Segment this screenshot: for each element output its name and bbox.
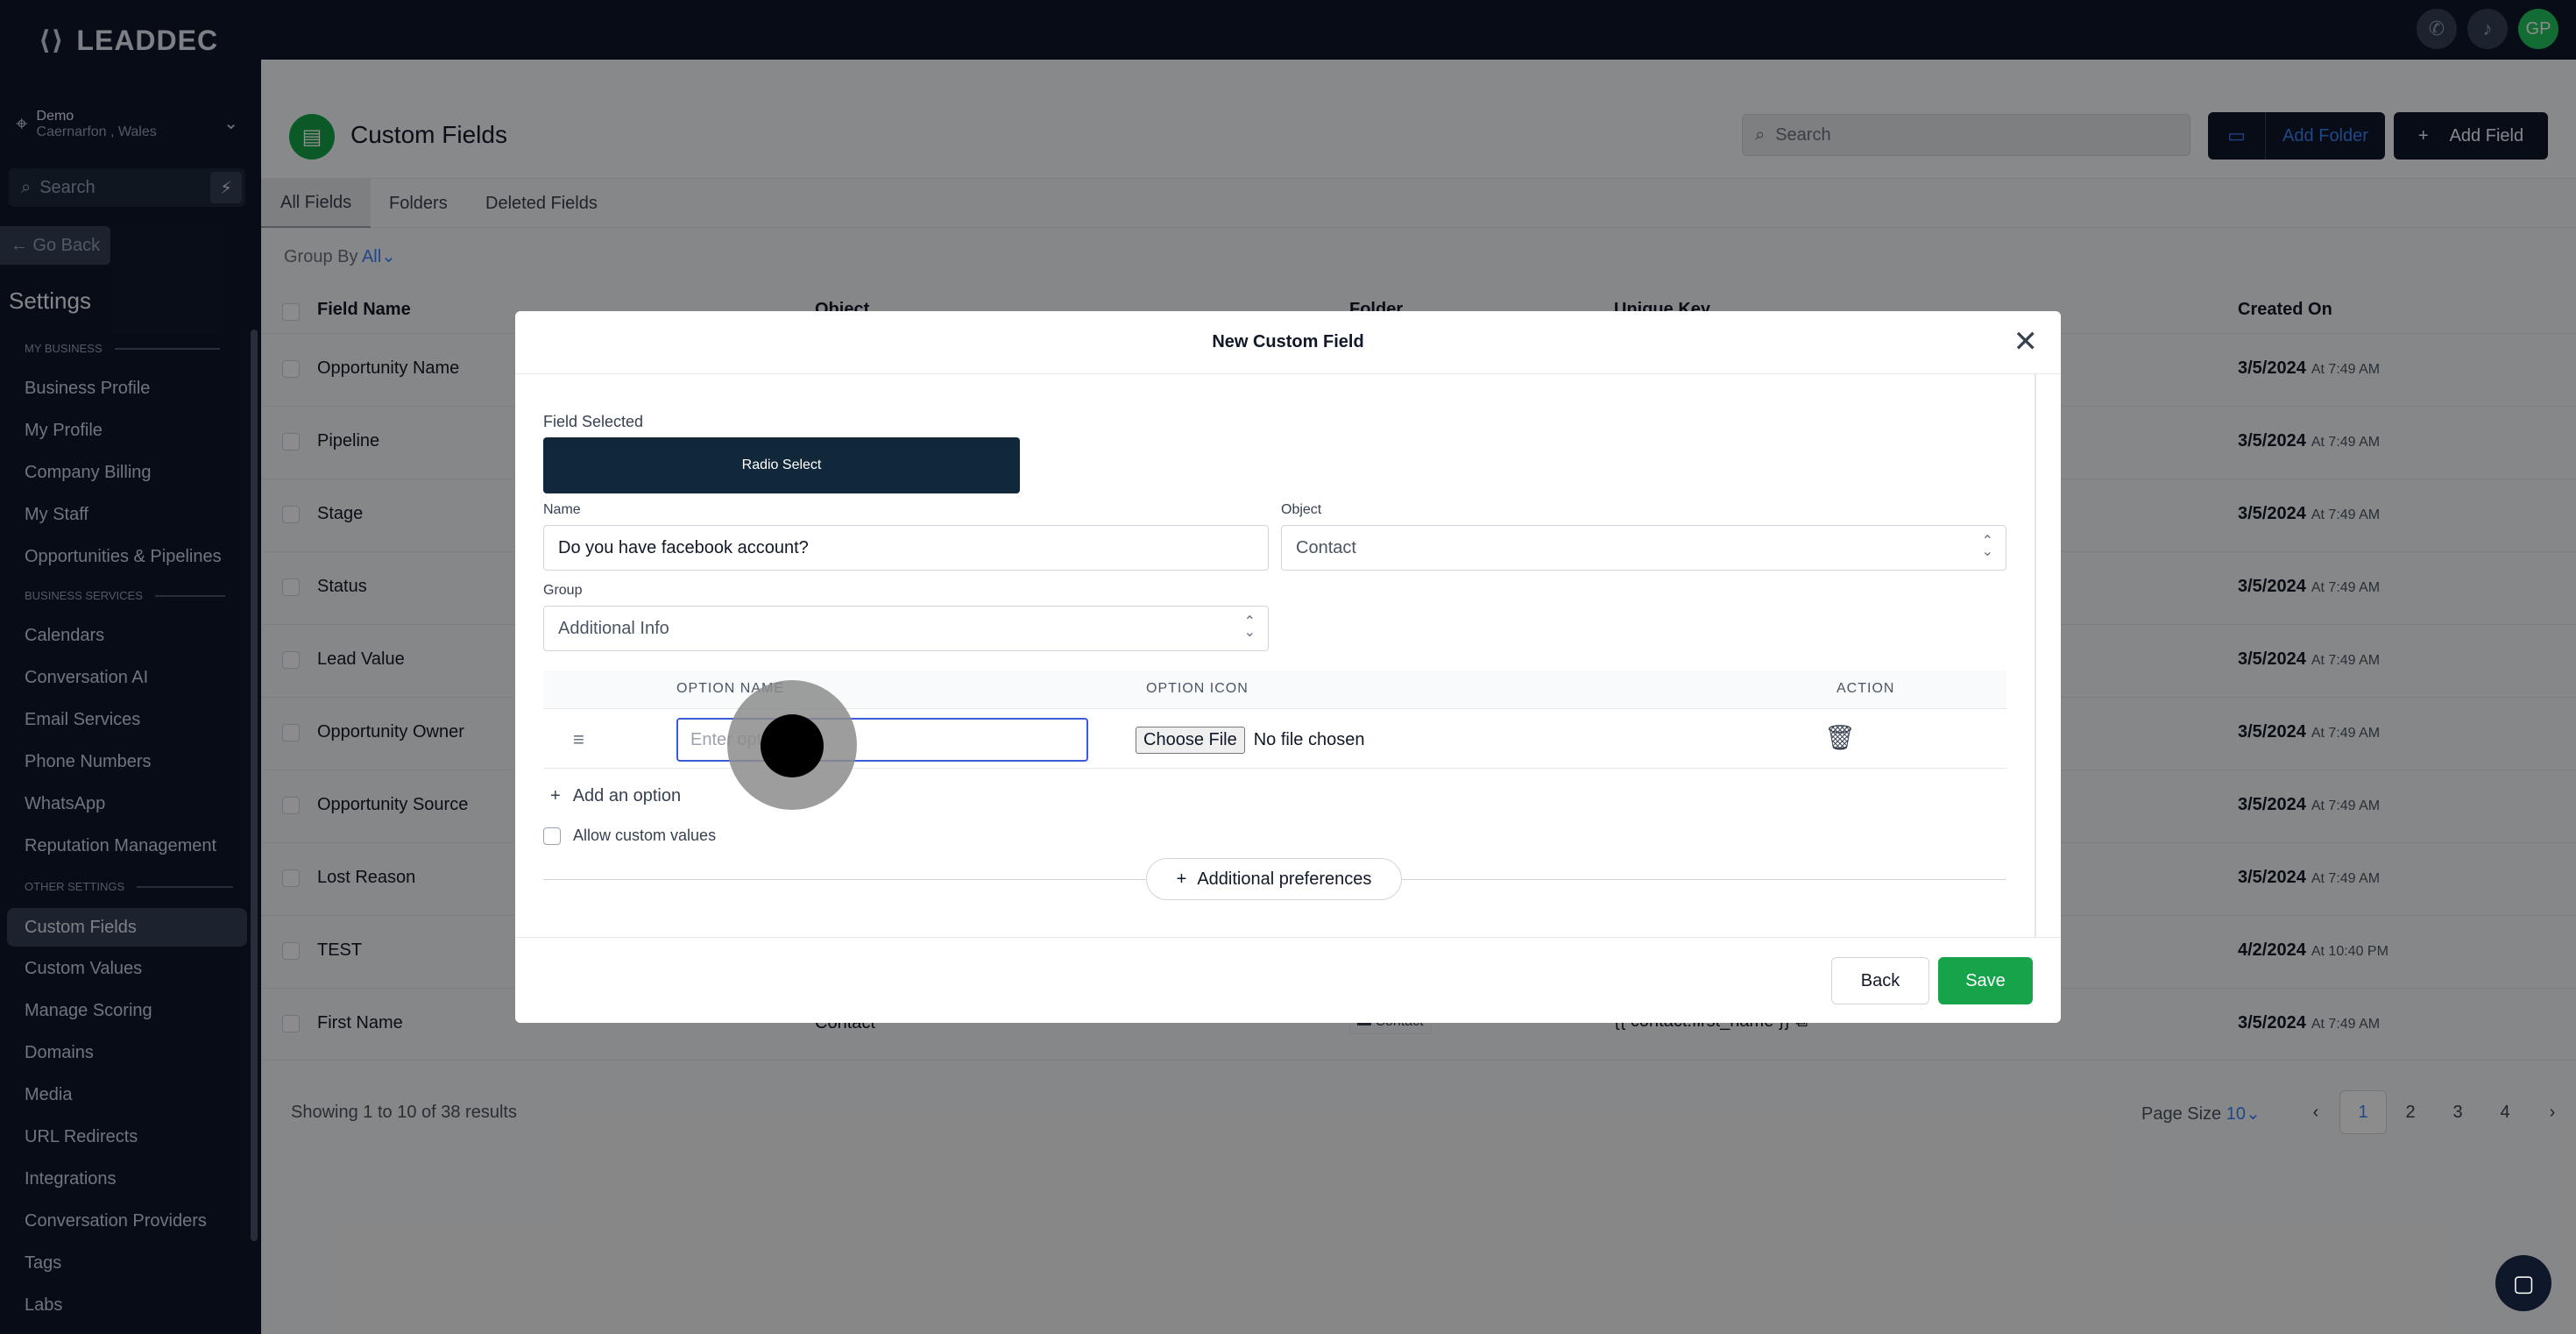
- option-icon-header: OPTION ICON: [1146, 681, 1249, 696]
- field-type-radio-select[interactable]: Radio Select: [543, 437, 1020, 493]
- save-button[interactable]: Save: [1938, 957, 2033, 1004]
- modal-footer: Back Save: [515, 937, 2061, 1023]
- sort-icon: ⌃ ⌄: [1243, 614, 1256, 640]
- modal-title: New Custom Field: [1212, 332, 1364, 351]
- modal-scrollbar[interactable]: [2035, 374, 2036, 937]
- click-indicator-dot: [761, 714, 824, 777]
- back-button[interactable]: Back: [1831, 957, 1929, 1004]
- allow-custom-checkbox[interactable]: [543, 827, 561, 845]
- chat-icon: ▢: [2512, 1269, 2535, 1296]
- group-label: Group: [543, 583, 583, 598]
- sort-icon: ⌃ ⌄: [1981, 534, 1993, 559]
- no-file-text: No file chosen: [1253, 730, 1365, 749]
- add-option-button[interactable]: + Add an option: [550, 786, 681, 806]
- group-select[interactable]: Additional Info ⌃ ⌄: [543, 606, 1269, 651]
- close-icon[interactable]: ✕: [2013, 327, 2039, 357]
- name-input[interactable]: Do you have facebook account?: [543, 525, 1269, 571]
- additional-preferences-button[interactable]: + Additional preferences: [1146, 858, 1402, 900]
- plus-icon: +: [550, 786, 561, 805]
- allow-custom-values[interactable]: Allow custom values: [543, 827, 716, 845]
- trash-icon[interactable]: 🗑: [1824, 723, 1856, 752]
- chat-widget-button[interactable]: ▢: [2495, 1255, 2551, 1311]
- choose-file-button[interactable]: Choose File: [1136, 727, 1245, 754]
- object-label: Object: [1281, 502, 1322, 517]
- option-icon-file-input[interactable]: Choose File No file chosen: [1136, 727, 1364, 754]
- name-label: Name: [543, 502, 581, 517]
- plus-icon: +: [1176, 869, 1187, 889]
- modal-body: Field Selected Radio Select Name Do you …: [515, 374, 2061, 937]
- new-custom-field-modal: New Custom Field ✕ Field Selected Radio …: [515, 311, 2061, 1023]
- object-select[interactable]: Contact ⌃ ⌄: [1281, 525, 2006, 571]
- modal-header: New Custom Field ✕: [515, 311, 2061, 374]
- field-selected-label: Field Selected: [543, 413, 644, 430]
- drag-handle-icon[interactable]: ≡: [573, 728, 584, 751]
- action-header: ACTION: [1836, 681, 1895, 696]
